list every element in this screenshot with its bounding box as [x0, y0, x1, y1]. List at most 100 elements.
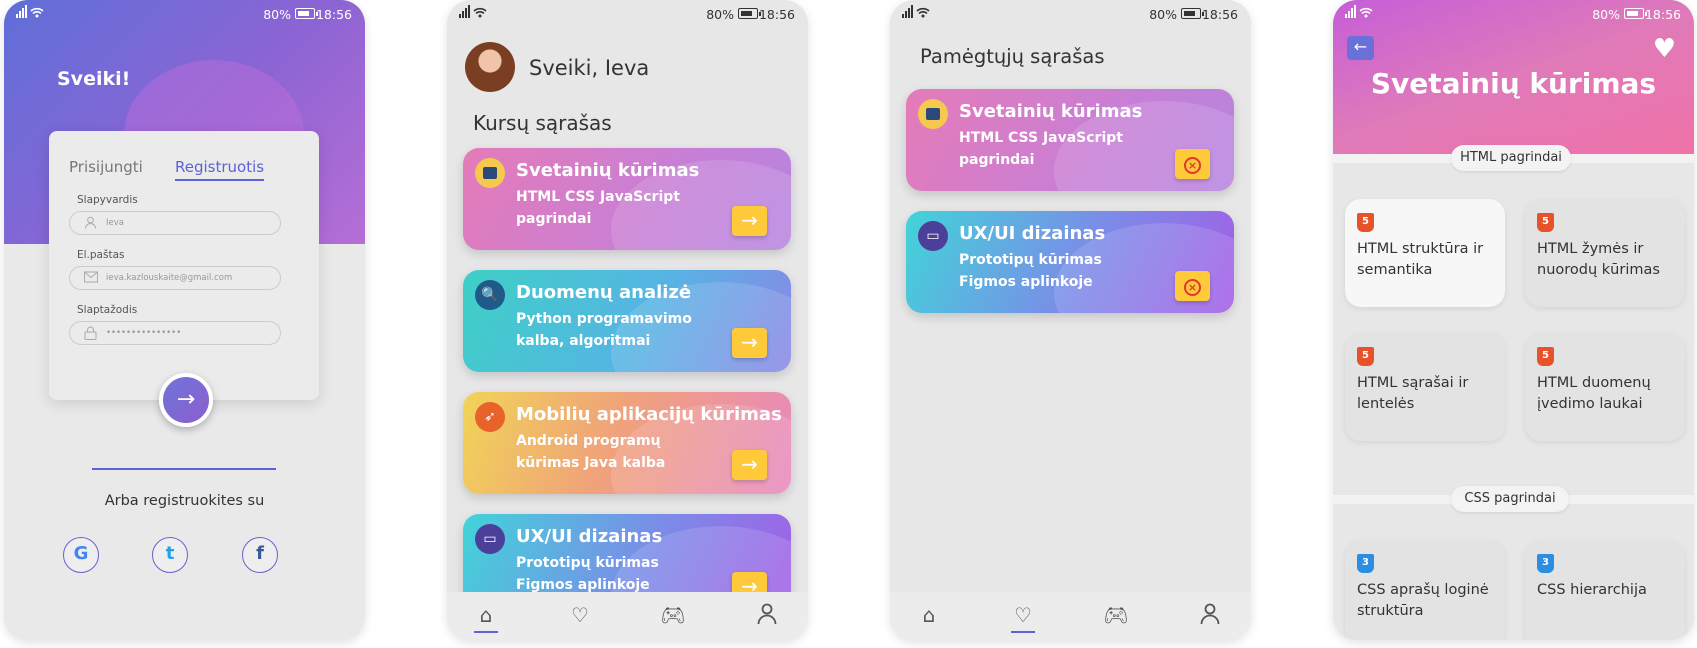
browser-icon: [918, 99, 948, 129]
gamepad-icon[interactable]: 🎮︎: [660, 603, 686, 629]
section-html-label: HTML pagrindai: [1451, 145, 1571, 171]
home-screen: 80% 18:56 Sveiki, Ieva Kursų sąrašas Sve…: [447, 0, 808, 640]
open-course-button[interactable]: →: [732, 450, 767, 480]
status-bar: 80% 18:56: [1333, 0, 1694, 26]
open-course-button[interactable]: →: [732, 328, 767, 358]
remove-favorite-button[interactable]: ×: [1175, 271, 1210, 301]
back-button[interactable]: ←: [1347, 36, 1374, 60]
user-icon: [84, 216, 97, 229]
signal-icon: [902, 5, 932, 22]
lesson-tile[interactable]: 5 HTML žymės ir nuorodų kūrimas: [1525, 199, 1685, 307]
password-value: •••••••••••••••: [106, 328, 182, 338]
section-css-label: CSS pagrindai: [1451, 486, 1569, 512]
social-prompt: Arba registruokites su: [104, 493, 265, 509]
course-title: UX/UI dizainas: [516, 526, 663, 547]
arrow-right-icon: →: [741, 208, 758, 232]
analytics-icon: 🔍: [475, 280, 505, 310]
arrow-right-icon: →: [176, 387, 196, 412]
close-icon: ×: [1184, 157, 1201, 174]
clock: 18:56: [315, 7, 352, 22]
battery-percent: 80%: [1149, 7, 1177, 22]
html5-icon: 5: [1357, 213, 1374, 232]
course-title: Svetainių kūrimas: [1370, 67, 1657, 100]
username-value: Ieva: [106, 218, 124, 228]
clock: 18:56: [1644, 7, 1681, 22]
status-bar: 80% 18:56: [890, 0, 1251, 26]
battery-percent: 80%: [263, 7, 291, 22]
home-icon[interactable]: ⌂: [473, 603, 499, 633]
email-value: ieva.kazlouskaite@gmail.com: [106, 273, 233, 283]
lesson-tile[interactable]: 5 HTML struktūra ir semantika: [1345, 199, 1505, 307]
status-bar: 80% 18:56: [4, 0, 365, 26]
twitter-icon: t: [165, 543, 175, 564]
gamepad-icon[interactable]: 🎮︎: [1103, 603, 1129, 629]
password-label: Slaptažodis: [77, 304, 138, 316]
battery-percent: 80%: [1592, 7, 1620, 22]
home-icon[interactable]: ⌂: [916, 603, 942, 629]
username-label: Slapyvardis: [77, 194, 138, 206]
favorite-card[interactable]: ▭ UX/UI dizainas Prototipų kūrimas Figmo…: [906, 211, 1234, 313]
html5-icon: 5: [1537, 213, 1554, 232]
facebook-icon: f: [256, 543, 264, 564]
heart-icon[interactable]: ♡: [567, 603, 593, 629]
favorite-heart-icon[interactable]: ♥: [1653, 34, 1676, 64]
google-button[interactable]: G: [63, 537, 99, 573]
course-card[interactable]: 🔍 Duomenų analizė Python programavimo ka…: [463, 270, 791, 372]
bottom-nav: ⌂ ♡ 🎮︎: [890, 592, 1251, 640]
browser-icon: [475, 158, 505, 188]
battery-icon: [1181, 8, 1204, 19]
course-card[interactable]: ➶ Mobilių aplikacijų kūrimas Android pro…: [463, 392, 791, 494]
course-detail-screen: 80% 18:56 ← ♥ Svetainių kūrimas HTML pag…: [1333, 0, 1694, 640]
course-title: Svetainių kūrimas: [516, 160, 700, 181]
css3-icon: 3: [1537, 554, 1554, 573]
course-subtitle: Android programų kūrimas Java kalba: [516, 433, 666, 471]
course-subtitle: Prototipų kūrimas Figmos aplinkoje: [516, 555, 659, 593]
lesson-title: CSS aprašų loginė struktūra: [1357, 582, 1489, 619]
password-field[interactable]: •••••••••••••••: [69, 321, 281, 345]
favorite-card[interactable]: Svetainių kūrimas HTML CSS JavaScript pa…: [906, 89, 1234, 191]
course-subtitle: HTML CSS JavaScript pagrindai: [516, 189, 680, 227]
lesson-tile[interactable]: 5 HTML duomenų įvedimo laukai: [1525, 333, 1685, 441]
google-icon: G: [73, 543, 89, 564]
design-icon: ▭: [918, 221, 948, 251]
lesson-tile[interactable]: 5 HTML sąrašai ir lentelės: [1345, 333, 1505, 441]
course-title: Duomenų analizė: [516, 282, 692, 303]
signal-icon: [16, 5, 46, 22]
greeting: Sveiki!: [57, 68, 131, 90]
heart-icon[interactable]: ♡: [1010, 603, 1036, 633]
section-title: Kursų sąrašas: [473, 111, 612, 135]
course-subtitle: Prototipų kūrimas Figmos aplinkoje: [959, 252, 1102, 290]
tab-register[interactable]: Registruotis: [175, 158, 265, 181]
course-title: Svetainių kūrimas: [959, 101, 1143, 122]
email-field[interactable]: ieva.kazlouskaite@gmail.com: [69, 266, 281, 290]
lesson-title: CSS hierarchija: [1537, 582, 1647, 598]
twitter-button[interactable]: t: [152, 537, 188, 573]
lesson-title: HTML duomenų įvedimo laukai: [1537, 375, 1651, 412]
lesson-tile[interactable]: 3 CSS hierarchija: [1525, 540, 1685, 640]
design-icon: ▭: [475, 524, 505, 554]
register-card: Prisijungti Registruotis Slapyvardis Iev…: [49, 131, 319, 400]
open-course-button[interactable]: →: [732, 206, 767, 236]
clock: 18:56: [758, 7, 795, 22]
lesson-title: HTML žymės ir nuorodų kūrimas: [1537, 241, 1660, 278]
facebook-button[interactable]: f: [242, 537, 278, 573]
avatar[interactable]: [465, 42, 515, 92]
profile-icon[interactable]: [754, 603, 780, 629]
lesson-tile[interactable]: 3 CSS aprašų loginė struktūra: [1345, 540, 1505, 640]
divider: [92, 468, 276, 470]
remove-favorite-button[interactable]: ×: [1175, 149, 1210, 179]
bottom-nav: ⌂ ♡ 🎮︎: [447, 592, 808, 640]
username-field[interactable]: Ieva: [69, 211, 281, 235]
section-title: Pamėgtųjų sąrašas: [920, 45, 1105, 68]
tab-login[interactable]: Prisijungti: [69, 158, 143, 176]
course-card[interactable]: Svetainių kūrimas HTML CSS JavaScript pa…: [463, 148, 791, 250]
battery-icon: [738, 8, 761, 19]
register-screen: 80% 18:56 Sveiki! Prisijungti Registruot…: [4, 0, 365, 640]
signal-icon: [459, 5, 489, 22]
user-greeting: Sveiki, Ieva: [529, 56, 650, 80]
battery-percent: 80%: [706, 7, 734, 22]
rocket-icon: ➶: [475, 402, 505, 432]
profile-icon[interactable]: [1197, 603, 1223, 629]
submit-button[interactable]: →: [159, 373, 213, 427]
course-subtitle: HTML CSS JavaScript pagrindai: [959, 130, 1123, 168]
